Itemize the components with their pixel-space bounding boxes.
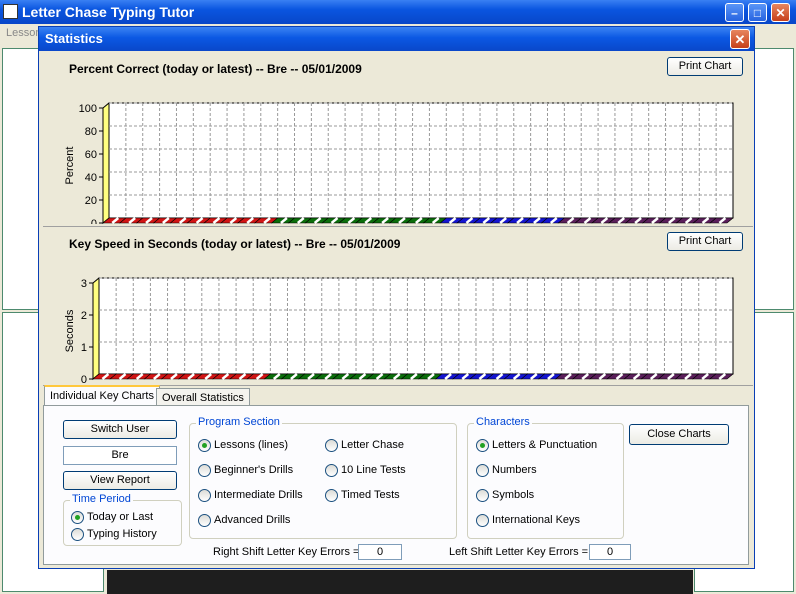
plot-area — [108, 102, 734, 219]
view-report-button[interactable]: View Report — [63, 471, 177, 490]
right-shift-errors-label: Right Shift Letter Key Errors = — [213, 546, 360, 558]
y-tick-label: 100 — [79, 103, 97, 115]
radio-dot-icon — [198, 439, 211, 452]
background-dark-strip — [107, 570, 693, 594]
left-shift-errors-value: 0 — [589, 544, 631, 560]
time-period-legend: Time Period — [70, 493, 133, 505]
radio-dot-icon — [476, 464, 489, 477]
y-tick-label: 20 — [85, 195, 97, 207]
minimize-button[interactable]: – — [725, 3, 744, 22]
radio-dot-icon — [198, 464, 211, 477]
radio-label: Letters & Punctuation — [492, 439, 598, 451]
radio-dot-icon — [325, 439, 338, 452]
dialog-title-bar: Statistics ✕ — [39, 27, 754, 51]
dialog-title: Statistics — [45, 31, 103, 46]
maximize-button[interactable]: □ — [748, 3, 767, 22]
radio-label: Advanced Drills — [214, 514, 291, 526]
percent-chart-panel: Percent Correct (today or latest) -- Bre… — [43, 54, 753, 227]
switch-user-button[interactable]: Switch User — [63, 420, 177, 439]
y-tick-label: 60 — [85, 149, 97, 161]
radio-dot-icon — [476, 439, 489, 452]
radio-dot-icon — [325, 489, 338, 502]
statistics-dialog: Statistics ✕ Percent Correct (today or l… — [38, 26, 755, 569]
radio-label: Typing History — [87, 528, 157, 540]
characters-legend: Characters — [474, 416, 532, 428]
radio-label: 10 Line Tests — [341, 464, 406, 476]
close-app-button[interactable]: ✕ — [771, 3, 790, 22]
radio-label: International Keys — [492, 514, 581, 526]
tab-individual-key-charts[interactable]: Individual Key Charts — [44, 385, 160, 407]
radio-label: Letter Chase — [341, 439, 404, 451]
right-shift-errors-value: 0 — [358, 544, 402, 560]
chart-side-wall — [92, 276, 100, 381]
y-tick-label: 80 — [85, 126, 97, 138]
radio-dot-icon — [198, 514, 211, 527]
y-axis-label: Seconds — [64, 309, 76, 352]
y-axis-label: Percent — [64, 147, 76, 185]
dialog-close-button[interactable]: ✕ — [730, 29, 750, 49]
left-shift-errors-label: Left Shift Letter Key Errors = — [449, 546, 589, 558]
app-title: Letter Chase Typing Tutor — [22, 4, 195, 20]
radio-dot-icon — [325, 464, 338, 477]
program-section-group: Program Section Lessons (lines) Beginner… — [189, 416, 457, 539]
radio-dot-icon — [476, 489, 489, 502]
time-period-group: Time Period Today or Last Typing History — [63, 493, 182, 546]
percent-chart: 020406080100PercentASDFGHJKL;QWERTYUIOPZ… — [64, 101, 734, 224]
close-charts-button[interactable]: Close Charts — [629, 424, 729, 445]
y-tick-label: 1 — [81, 342, 87, 354]
y-tick-label: 40 — [85, 172, 97, 184]
y-tick-label: 3 — [81, 278, 87, 290]
radio-label: Symbols — [492, 489, 535, 501]
radio-label: Beginner's Drills — [214, 464, 294, 476]
user-name-field[interactable]: Bre — [63, 446, 177, 465]
main-title-bar: Letter Chase Typing Tutor – □ ✕ — [0, 0, 796, 24]
radio-dot-icon — [71, 528, 84, 541]
radio-label: Lessons (lines) — [214, 439, 288, 451]
y-tick-label: 0 — [91, 218, 97, 224]
radio-label: Timed Tests — [341, 489, 400, 501]
radio-label: Intermediate Drills — [214, 489, 303, 501]
radio-dot-icon — [198, 489, 211, 502]
menu-item-lesson[interactable]: Lesson — [6, 27, 41, 39]
chart-side-wall — [102, 101, 110, 224]
speed-chart-panel: Key Speed in Seconds (today or latest) -… — [43, 229, 753, 386]
plot-area — [98, 277, 734, 375]
speed-chart: 0123SecondsASDFGHJKL;QWERTYUIOPZXCVBNM,.… — [64, 276, 734, 385]
characters-group: Characters Letters & Punctuation Numbers… — [467, 416, 624, 539]
radio-label: Today or Last — [87, 511, 154, 523]
radio-dot-icon — [71, 511, 84, 524]
radio-label: Numbers — [492, 464, 537, 476]
radio-dot-icon — [476, 514, 489, 527]
y-tick-label: 2 — [81, 310, 87, 322]
y-tick-label: 0 — [81, 374, 87, 385]
app-icon — [3, 4, 18, 19]
program-section-legend: Program Section — [196, 416, 282, 428]
tab-panel: Switch User Bre View Report Time Period … — [43, 405, 749, 565]
